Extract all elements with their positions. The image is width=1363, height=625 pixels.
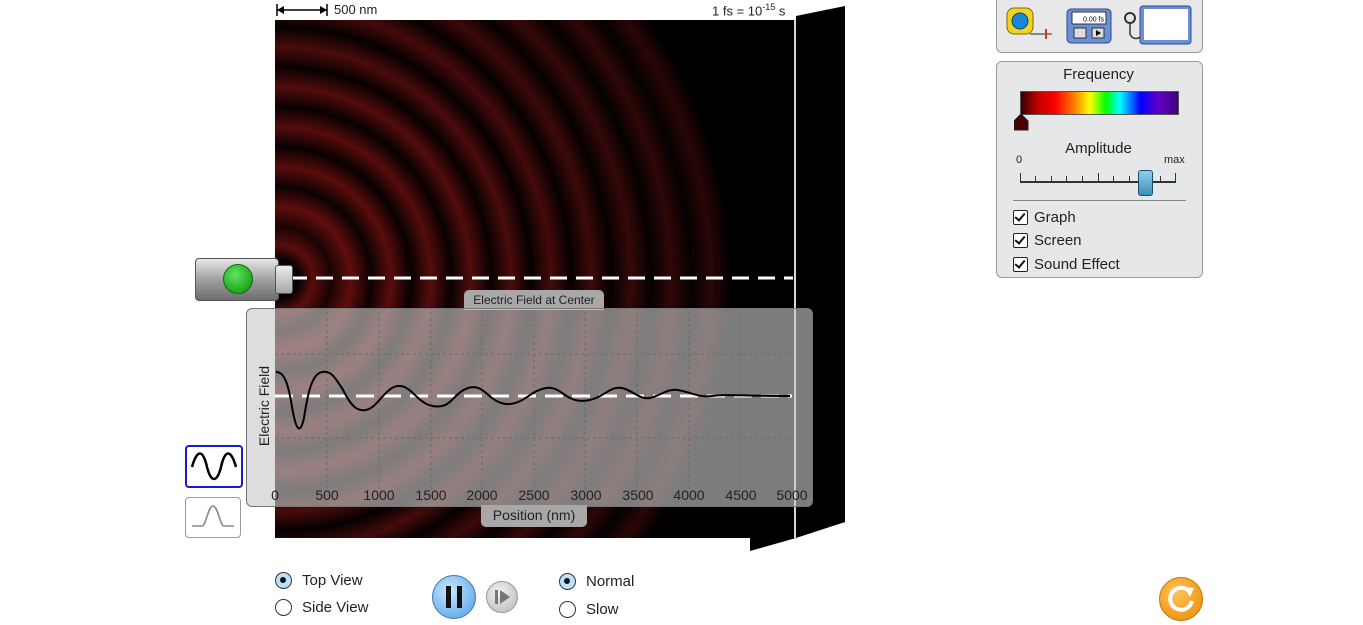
frequency-slider[interactable] bbox=[1020, 91, 1179, 115]
x-tick: 2500 bbox=[518, 487, 550, 503]
panel-divider bbox=[1013, 200, 1186, 201]
radio-icon[interactable] bbox=[559, 601, 576, 618]
x-tick: 3500 bbox=[622, 487, 654, 503]
reset-all-button[interactable] bbox=[1159, 577, 1203, 621]
checkbox-icon[interactable] bbox=[1013, 232, 1028, 248]
scale-label: 500 nm bbox=[334, 2, 378, 17]
normal-speed-label: Normal bbox=[586, 573, 635, 590]
sine-wave-icon bbox=[190, 452, 238, 481]
radio-selected-icon[interactable] bbox=[275, 572, 292, 589]
step-forward-icon bbox=[495, 590, 510, 604]
normal-speed-radio[interactable]: Normal bbox=[559, 573, 634, 590]
x-tick: 3000 bbox=[570, 487, 602, 503]
graph-plot bbox=[275, 312, 792, 490]
slow-speed-label: Slow bbox=[586, 601, 619, 618]
checkbox-icon[interactable] bbox=[1013, 209, 1028, 225]
radio-selected-icon[interactable] bbox=[559, 573, 576, 590]
sound-effect-checkbox[interactable]: Sound Effect bbox=[1013, 255, 1120, 273]
side-view-radio[interactable]: Side View bbox=[275, 599, 368, 616]
screen-checkbox-label: Screen bbox=[1034, 231, 1082, 249]
screen-checkbox[interactable]: Screen bbox=[1013, 231, 1082, 249]
reset-icon bbox=[1168, 585, 1194, 612]
pause-button[interactable] bbox=[432, 575, 476, 619]
x-tick: 1500 bbox=[415, 487, 447, 503]
top-view-radio[interactable]: Top View bbox=[275, 572, 363, 589]
top-view-label: Top View bbox=[302, 572, 363, 589]
amplitude-thumb[interactable] bbox=[1137, 170, 1153, 196]
graph-checkbox[interactable]: Graph bbox=[1013, 208, 1076, 226]
x-tick: 1000 bbox=[363, 487, 395, 503]
amplitude-max-label: max bbox=[1164, 154, 1185, 166]
checkbox-icon[interactable] bbox=[1013, 256, 1028, 272]
wave-probe-icon[interactable] bbox=[1118, 4, 1194, 46]
radio-icon[interactable] bbox=[275, 599, 292, 616]
emitter-fire-button[interactable] bbox=[223, 264, 253, 294]
graph-title: Electric Field at Center bbox=[464, 290, 604, 310]
center-line bbox=[290, 276, 793, 280]
frequency-title: Frequency bbox=[1063, 66, 1134, 83]
step-forward-button[interactable] bbox=[486, 581, 518, 613]
screen-base bbox=[750, 530, 796, 551]
pulse-wave-button[interactable] bbox=[185, 497, 241, 538]
x-tick: 4500 bbox=[725, 487, 757, 503]
time-scale-label: 1 fs = 10-15 s bbox=[712, 2, 786, 19]
side-view-label: Side View bbox=[302, 599, 369, 616]
scale-indicator bbox=[276, 4, 328, 16]
stopwatch-icon[interactable]: 0.00 fs bbox=[1066, 8, 1112, 44]
pulse-wave-icon bbox=[192, 505, 234, 527]
sound-effect-checkbox-label: Sound Effect bbox=[1034, 255, 1120, 273]
emitter-nozzle bbox=[275, 265, 293, 294]
x-tick: 500 bbox=[315, 487, 339, 503]
stopwatch-readout: 0.00 fs bbox=[1083, 17, 1105, 24]
x-tick: 5000 bbox=[776, 487, 808, 503]
x-tick: 4000 bbox=[673, 487, 705, 503]
pause-icon bbox=[446, 586, 462, 608]
amplitude-min-label: 0 bbox=[1016, 154, 1023, 166]
x-tick: 2000 bbox=[466, 487, 498, 503]
frequency-thumb[interactable] bbox=[1014, 114, 1029, 131]
graph-checkbox-label: Graph bbox=[1034, 208, 1076, 226]
graph-x-label: Position (nm) bbox=[481, 505, 587, 527]
continuous-wave-button[interactable] bbox=[185, 445, 243, 488]
measuring-tape-icon[interactable] bbox=[1006, 6, 1058, 42]
x-tick: 0 bbox=[271, 487, 279, 503]
slow-speed-radio[interactable]: Slow bbox=[559, 601, 619, 618]
graph-y-label: Electric Field bbox=[256, 365, 272, 447]
